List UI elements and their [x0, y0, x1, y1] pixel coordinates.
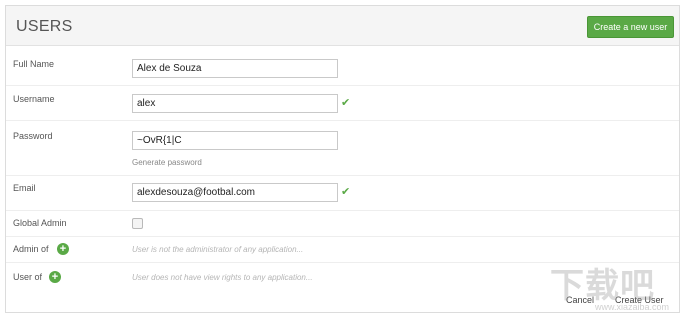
add-user-of-icon[interactable]: + — [49, 271, 61, 283]
admin-of-row: Admin of + User is not the administrator… — [6, 237, 679, 263]
users-panel: USERS Create a new user Full Name Userna… — [5, 5, 680, 313]
email-label: Email — [13, 183, 36, 193]
admin-of-empty-note: User is not the administrator of any app… — [132, 245, 304, 254]
add-admin-of-icon[interactable]: + — [57, 243, 69, 255]
password-label: Password — [13, 131, 53, 141]
username-row: Username ✔ — [6, 86, 679, 121]
create-new-user-button[interactable]: Create a new user — [587, 16, 674, 38]
global-admin-row: Global Admin — [6, 211, 679, 237]
user-of-label: User of — [13, 272, 43, 282]
full-name-input[interactable] — [132, 59, 338, 78]
cancel-button[interactable]: Cancel — [566, 295, 594, 305]
global-admin-label: Global Admin — [13, 218, 67, 228]
user-form: Full Name Username ✔ Password Generate p… — [6, 46, 679, 314]
global-admin-checkbox[interactable] — [132, 218, 143, 229]
username-input[interactable] — [132, 94, 338, 113]
admin-of-label: Admin of — [13, 244, 49, 254]
password-row: Password Generate password — [6, 121, 679, 176]
user-of-empty-note: User does not have view rights to any ap… — [132, 273, 313, 282]
full-name-row: Full Name — [6, 46, 679, 86]
email-input[interactable] — [132, 183, 338, 202]
full-name-label: Full Name — [13, 59, 55, 69]
email-row: Email ✔ — [6, 176, 679, 211]
username-label: Username — [13, 94, 55, 104]
create-user-button[interactable]: Create User — [615, 295, 664, 305]
password-input[interactable] — [132, 131, 338, 150]
panel-header: USERS Create a new user — [6, 6, 679, 46]
email-valid-check-icon: ✔ — [341, 186, 351, 198]
page-title: USERS — [16, 18, 73, 35]
username-valid-check-icon: ✔ — [341, 97, 351, 109]
user-of-row: User of + User does not have view rights… — [6, 263, 679, 292]
generate-password-link[interactable]: Generate password — [132, 158, 202, 167]
